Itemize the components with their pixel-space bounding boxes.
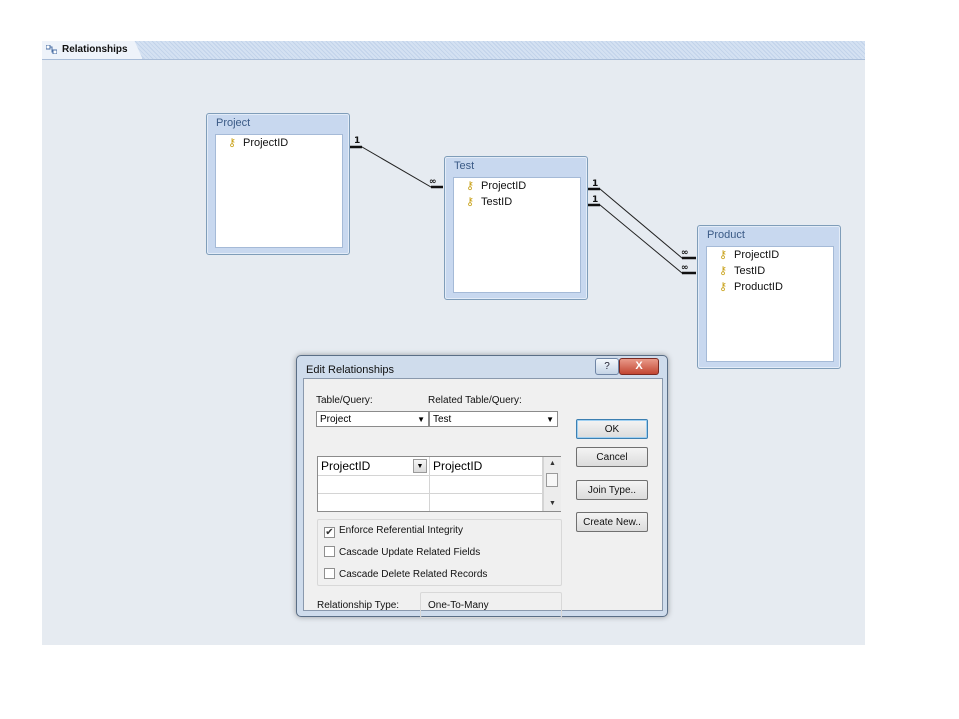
grid-cell-left[interactable] xyxy=(318,494,430,511)
table-query-label: Table/Query: xyxy=(316,395,373,406)
field-item[interactable]: ⚷ TestID xyxy=(454,194,580,210)
table-window-product[interactable]: Product ⚷ ProjectID ⚷ TestID ⚷ ProductID xyxy=(697,225,841,369)
join-type-button[interactable]: Join Type.. xyxy=(576,480,648,500)
scroll-down-icon[interactable]: ▼ xyxy=(544,497,561,511)
field-list: ⚷ ProjectID ⚷ TestID ⚷ ProductID xyxy=(706,246,834,362)
field-item[interactable]: ⚷ ProjectID xyxy=(216,135,342,151)
table-title[interactable]: Project xyxy=(207,114,349,132)
grid-scrollbar[interactable]: ▲ ▼ xyxy=(543,457,561,511)
close-button[interactable]: X xyxy=(619,358,659,375)
scroll-up-icon[interactable]: ▲ xyxy=(544,457,561,471)
grid-cell-left[interactable] xyxy=(318,476,430,494)
dialog-client-area: Table/Query: Related Table/Query: Projec… xyxy=(303,378,663,618)
cancel-button[interactable]: Cancel xyxy=(576,447,648,467)
field-item[interactable]: ⚷ ProjectID xyxy=(454,178,580,194)
one-marker: 1 xyxy=(592,179,598,189)
table-title[interactable]: Product xyxy=(698,226,840,244)
key-icon: ⚷ xyxy=(719,265,728,277)
field-list: ⚷ ProjectID ⚷ TestID xyxy=(453,177,581,293)
key-icon: ⚷ xyxy=(719,281,728,293)
key-icon: ⚷ xyxy=(466,180,475,192)
many-marker: ∞ xyxy=(681,263,689,273)
cascade-delete-checkbox[interactable]: Cascade Delete Related Records xyxy=(324,568,487,581)
table-window-test[interactable]: Test ⚷ ProjectID ⚷ TestID xyxy=(444,156,588,300)
key-icon: ⚷ xyxy=(466,196,475,208)
table-query-select[interactable]: Project ▼ xyxy=(316,411,429,427)
ok-button[interactable]: OK xyxy=(576,419,648,439)
field-mapping-grid: ProjectID ▼ ProjectID ▲ ▼ xyxy=(317,456,561,512)
dropdown-arrow-icon: ▼ xyxy=(417,415,425,424)
line-test-product-1 xyxy=(587,188,696,259)
key-icon: ⚷ xyxy=(228,137,237,149)
field-item[interactable]: ⚷ TestID xyxy=(707,263,833,279)
relationship-type-label: Relationship Type: xyxy=(317,600,400,611)
many-marker: ∞ xyxy=(681,248,689,258)
checkmark-icon: ✔ xyxy=(324,527,335,538)
one-marker: 1 xyxy=(354,136,360,146)
help-button[interactable]: ? xyxy=(595,358,619,375)
grid-cell-right[interactable] xyxy=(430,494,543,511)
dropdown-arrow-icon: ▼ xyxy=(546,415,554,424)
edit-relationships-dialog: Edit Relationships ? X Table/Query: Rela… xyxy=(296,355,668,618)
key-icon: ⚷ xyxy=(719,249,728,261)
field-item[interactable]: ⚷ ProjectID xyxy=(707,247,833,263)
one-marker: 1 xyxy=(592,195,598,205)
field-item[interactable]: ⚷ ProductID xyxy=(707,279,833,295)
table-title[interactable]: Test xyxy=(445,157,587,175)
dialog-title: Edit Relationships xyxy=(306,364,395,376)
grid-dropdown-button[interactable]: ▼ xyxy=(413,459,427,473)
enforce-referential-integrity-checkbox[interactable]: ✔ Enforce Referential Integrity xyxy=(324,524,463,538)
create-new-button[interactable]: Create New.. xyxy=(576,512,648,532)
cascade-update-checkbox[interactable]: Cascade Update Related Fields xyxy=(324,546,480,559)
relationship-type-value: One-To-Many xyxy=(428,600,489,611)
scroll-thumb[interactable] xyxy=(546,473,558,487)
grid-cell-right[interactable]: ProjectID xyxy=(430,457,543,476)
field-list: ⚷ ProjectID xyxy=(215,134,343,248)
table-window-project[interactable]: Project ⚷ ProjectID xyxy=(206,113,350,255)
line-test-product-2 xyxy=(587,204,696,274)
grid-cell-right[interactable] xyxy=(430,476,543,494)
related-table-query-select[interactable]: Test ▼ xyxy=(429,411,558,427)
many-marker: ∞ xyxy=(429,177,437,187)
related-table-query-label: Related Table/Query: xyxy=(428,395,522,406)
